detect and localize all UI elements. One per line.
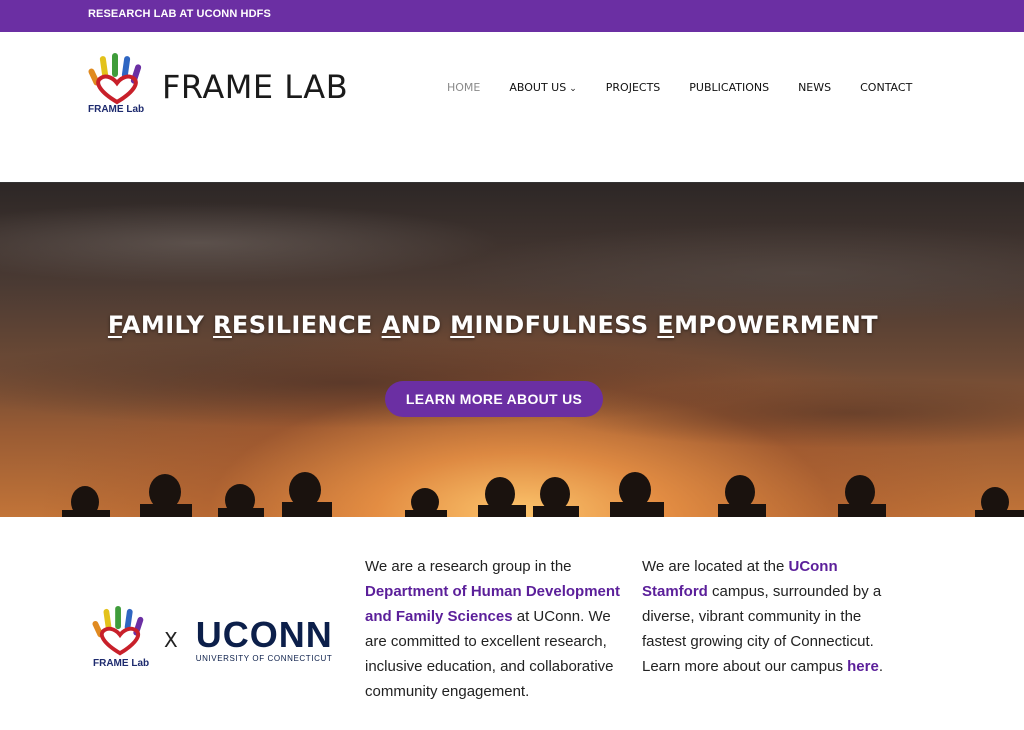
topbar-text: RESEARCH LAB AT UCONN HDFS (88, 8, 271, 20)
frame-lab-logo-small: FRAME Lab (90, 605, 150, 675)
location-text: We are located at the (642, 558, 789, 575)
collaboration-x: X (164, 628, 178, 652)
logo-caption: FRAME Lab (93, 658, 150, 669)
brand[interactable]: FRAME Lab FRAME LAB (86, 52, 348, 122)
location-paragraph: We are located at the UConn Stamford cam… (642, 554, 907, 679)
nav-news[interactable]: NEWS (798, 81, 831, 94)
hero-word: ND (400, 311, 451, 339)
hero-background-image (0, 183, 1024, 517)
intro-text: We are a research group in the (365, 558, 572, 575)
nav-publications[interactable]: PUBLICATIONS (689, 81, 769, 94)
hand-heart-icon (92, 605, 144, 656)
crowd-silhouette-image (62, 472, 1024, 517)
hero-initial: F (107, 311, 122, 339)
uconn-wordmark: UCONN (195, 614, 333, 655)
nav-about-us[interactable]: ABOUT US ⌄ (509, 81, 576, 94)
intro-paragraph: We are a research group in the Departmen… (365, 554, 625, 704)
frame-lab-logo[interactable]: FRAME Lab (86, 52, 148, 122)
hand-heart-icon (88, 53, 142, 105)
hero-banner: FAMILY RESILIENCE AND MINDFULNESS EMPOWE… (0, 182, 1024, 517)
hero-word: AMILY (121, 311, 214, 339)
uconn-logo: UCONN UNIVERSITY OF CONNECTICUT (195, 614, 333, 664)
main-nav: HOME ABOUT US ⌄ PROJECTS PUBLICATIONS NEW… (447, 81, 941, 94)
chevron-down-icon: ⌄ (569, 84, 577, 94)
partner-logos: FRAME Lab X UCONN UNIVERSITY OF CONNECTI… (90, 605, 333, 675)
nav-about-label: ABOUT US (509, 81, 567, 94)
hero-word: ESILIENCE (231, 311, 382, 339)
hero-word: MPOWERMENT (674, 311, 879, 339)
nav-home[interactable]: HOME (447, 81, 480, 94)
learn-more-button[interactable]: LEARN MORE ABOUT US (385, 381, 603, 417)
nav-projects[interactable]: PROJECTS (606, 81, 661, 94)
location-text-end: . (878, 658, 883, 675)
hero-initial: E (657, 311, 675, 339)
top-announcement-bar: RESEARCH LAB AT UCONN HDFS (0, 0, 1024, 32)
hero-title: FAMILY RESILIENCE AND MINDFULNESS EMPOWE… (0, 311, 986, 339)
logo-caption: FRAME Lab (88, 104, 145, 115)
site-title[interactable]: FRAME LAB (162, 68, 348, 106)
hero-word: INDFULNESS (474, 311, 658, 339)
site-header: FRAME Lab FRAME LAB HOME ABOUT US ⌄ PROJE… (0, 32, 1024, 182)
hero-initial: A (381, 311, 401, 339)
nav-contact[interactable]: CONTACT (860, 81, 912, 94)
uconn-subtitle: UNIVERSITY OF CONNECTICUT (195, 654, 333, 663)
campus-here-link[interactable]: here (847, 658, 879, 675)
hero-initial: R (213, 311, 232, 339)
hero-initial: M (450, 311, 475, 339)
